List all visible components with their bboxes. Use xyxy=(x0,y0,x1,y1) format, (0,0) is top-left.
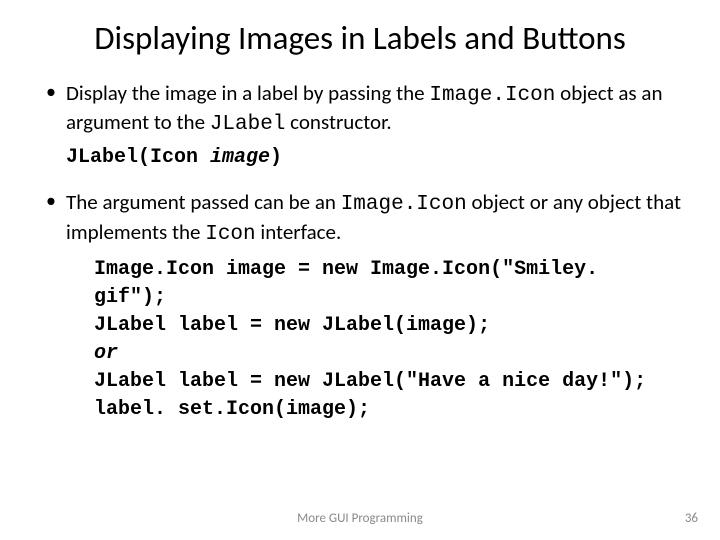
bullet-2-text-c: interface. xyxy=(256,219,342,245)
slide: Displaying Images in Labels and Buttons … xyxy=(0,0,720,540)
bullet-2: The argument passed can be an Image.Icon… xyxy=(38,189,682,248)
snippet2-line-2: JLabel label = new JLabel(image); xyxy=(94,312,682,340)
bullet-1-code-a: Image.Icon xyxy=(429,84,555,107)
bullet-1: Display the image in a label by passing … xyxy=(38,80,682,139)
snippet2-line-4: JLabel label = new JLabel("Have a nice d… xyxy=(94,368,682,396)
bullet-list: Display the image in a label by passing … xyxy=(38,80,682,139)
snippet1-arg: image xyxy=(210,146,270,169)
code-snippet-2: Image.Icon image = new Image.Icon("Smile… xyxy=(94,256,682,424)
bullet-list-2: The argument passed can be an Image.Icon… xyxy=(38,189,682,248)
slide-title: Displaying Images in Labels and Buttons xyxy=(58,20,662,58)
snippet2-line-3: or xyxy=(94,340,682,368)
snippet1-post: ) xyxy=(270,146,282,169)
code-snippet-1: JLabel(Icon image) xyxy=(66,144,682,171)
bullet-1-code-b: JLabel xyxy=(210,113,286,136)
snippet2-line-1: Image.Icon image = new Image.Icon("Smile… xyxy=(94,256,682,312)
footer-title: More GUI Programming xyxy=(0,511,720,526)
bullet-2-code-a: Image.Icon xyxy=(341,193,467,216)
page-number: 36 xyxy=(685,511,698,526)
bullet-1-text-a: Display the image in a label by passing … xyxy=(66,80,429,106)
bullet-2-code-b: Icon xyxy=(205,223,255,246)
snippet2-line-5: label. set.Icon(image); xyxy=(94,396,682,424)
bullet-1-text-c: constructor. xyxy=(285,109,391,135)
snippet1-pre: JLabel(Icon xyxy=(66,146,210,169)
bullet-2-text-a: The argument passed can be an xyxy=(66,189,341,215)
